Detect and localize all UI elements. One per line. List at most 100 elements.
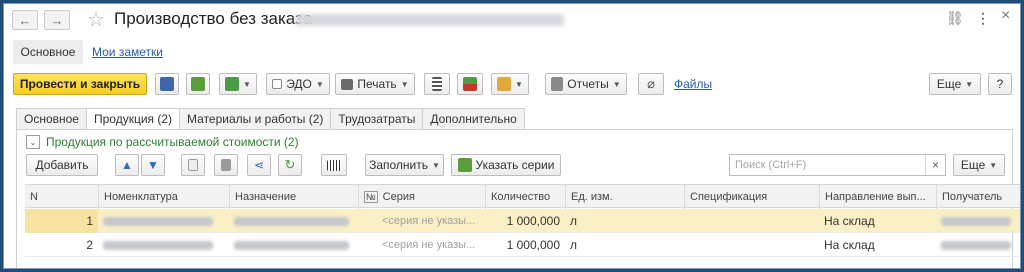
clear-search-icon[interactable]: × bbox=[925, 155, 945, 175]
cell-specification bbox=[684, 209, 819, 233]
copy-row-button[interactable] bbox=[181, 154, 205, 176]
close-icon[interactable]: × bbox=[1001, 7, 1010, 25]
cell-n: 1 bbox=[25, 209, 98, 233]
share-icon: ⋖ bbox=[253, 158, 265, 172]
cell-receiver bbox=[936, 209, 1020, 233]
print-label: Печать bbox=[357, 77, 397, 91]
create-based-icon bbox=[225, 77, 240, 91]
table-more-button[interactable]: Еще ▼ bbox=[953, 154, 1005, 176]
redacted-title-suffix bbox=[296, 14, 564, 26]
section-my-notes[interactable]: Мои заметки bbox=[92, 40, 163, 64]
redacted-text bbox=[941, 240, 1011, 250]
list-icon bbox=[432, 77, 442, 91]
delete-row-button[interactable] bbox=[214, 154, 238, 176]
number-sign-icon: № bbox=[364, 191, 378, 203]
tab-additional[interactable]: Дополнительно bbox=[423, 108, 525, 130]
tab-products[interactable]: Продукция (2) bbox=[86, 108, 181, 130]
col-n[interactable]: N bbox=[25, 185, 98, 209]
cell-purpose bbox=[229, 209, 358, 233]
cell-nomenclature bbox=[98, 233, 229, 257]
more-icon[interactable]: ⋮ bbox=[976, 10, 990, 27]
col-quantity[interactable]: Количество bbox=[485, 185, 565, 209]
table-row[interactable]: 1 <серия не указы... 1 000,000 л На скла… bbox=[25, 209, 1020, 233]
cell-series: <серия не указы... bbox=[382, 239, 476, 251]
group-title[interactable]: Продукция по рассчитываемой стоимости (2… bbox=[46, 135, 299, 149]
add-button[interactable]: Добавить bbox=[26, 154, 98, 176]
refresh-button[interactable]: ↻ bbox=[278, 154, 302, 176]
post-and-close-button[interactable]: Провести и закрыть bbox=[13, 73, 147, 95]
dt-kt-icon bbox=[463, 77, 477, 91]
cell-direction: На склад bbox=[824, 238, 875, 252]
cell-receiver bbox=[936, 233, 1020, 257]
col-unit[interactable]: Ед. изм. bbox=[565, 185, 684, 209]
fill-button[interactable]: Заполнить ▼ bbox=[365, 154, 444, 176]
col-series[interactable]: № Серия bbox=[358, 185, 485, 209]
col-specification[interactable]: Спецификация bbox=[684, 185, 819, 209]
form-tabs: Основное Продукция (2) Материалы и работ… bbox=[16, 108, 525, 130]
print-button[interactable]: Печать ▼ bbox=[335, 73, 415, 95]
save-button[interactable] bbox=[155, 73, 179, 95]
reports-label: Отчеты bbox=[567, 77, 609, 91]
fill-label: Заполнить bbox=[369, 158, 428, 172]
help-button[interactable]: ? bbox=[988, 73, 1012, 95]
search-field[interactable]: Поиск (Ctrl+F) × bbox=[729, 154, 946, 176]
redacted-text bbox=[103, 240, 213, 250]
attach-button[interactable]: ⌀ bbox=[638, 73, 664, 95]
create-based-on-button[interactable]: ▼ bbox=[219, 73, 257, 95]
section-main[interactable]: Основное bbox=[13, 40, 83, 64]
cell-nomenclature bbox=[98, 209, 229, 233]
more-button[interactable]: Еще ▼ bbox=[929, 73, 981, 95]
cell-direction: На склад bbox=[824, 214, 875, 228]
back-arrow-icon: ← bbox=[18, 12, 32, 28]
paperclip-icon: ⌀ bbox=[647, 76, 655, 91]
redacted-text bbox=[234, 216, 349, 226]
arrow-up-icon: ▲ bbox=[121, 158, 133, 172]
copy-icon bbox=[188, 159, 198, 171]
document-window: ← → ☆ Производство без заказа ⛓ ⋮ × Осно… bbox=[3, 3, 1021, 269]
share-button[interactable]: ⋖ bbox=[247, 154, 271, 176]
page-title: Производство без заказа bbox=[114, 9, 313, 28]
cell-specification bbox=[684, 233, 819, 257]
chevron-down-icon: ▼ bbox=[989, 160, 998, 170]
cell-purpose bbox=[229, 233, 358, 257]
tab-main[interactable]: Основное bbox=[16, 108, 87, 130]
structure-button[interactable] bbox=[424, 73, 450, 95]
edo-button[interactable]: ЭДО ▼ bbox=[266, 73, 330, 95]
favorite-star-icon[interactable]: ☆ bbox=[87, 7, 105, 32]
tab-labor[interactable]: Трудозатраты bbox=[331, 108, 424, 130]
link-icon[interactable]: ⛓ bbox=[946, 10, 964, 27]
related-docs-icon bbox=[497, 77, 512, 91]
forward-button[interactable]: → bbox=[44, 10, 70, 30]
chevron-down-icon: ▼ bbox=[315, 79, 324, 89]
move-up-button[interactable]: ▲ bbox=[115, 154, 139, 176]
post-button[interactable] bbox=[186, 73, 210, 95]
col-nomenclature[interactable]: Номенклатура bbox=[98, 185, 229, 209]
chevron-down-icon: ▼ bbox=[515, 79, 523, 89]
series-icon bbox=[457, 158, 472, 172]
move-down-button[interactable]: ▼ bbox=[141, 154, 165, 176]
col-direction[interactable]: Направление вып... bbox=[819, 185, 936, 209]
col-receiver[interactable]: Получатель bbox=[936, 185, 1020, 209]
barcode-button[interactable] bbox=[321, 154, 347, 176]
refresh-icon: ↻ bbox=[284, 157, 296, 172]
related-docs-button[interactable]: ▼ bbox=[491, 73, 529, 95]
table-header: N Номенклатура Назначение № Серия Количес… bbox=[25, 184, 1020, 209]
chevron-down-icon: ⌄ bbox=[29, 137, 37, 147]
table-more-label: Еще bbox=[960, 158, 986, 172]
cell-n: 2 bbox=[86, 238, 93, 252]
reports-button[interactable]: Отчеты ▼ bbox=[545, 73, 627, 95]
cell-series: <серия не указы... bbox=[382, 215, 476, 227]
dt-kt-button[interactable] bbox=[457, 73, 483, 95]
specify-series-button[interactable]: Указать серии bbox=[451, 154, 561, 176]
tab-materials[interactable]: Материалы и работы (2) bbox=[180, 108, 332, 130]
col-purpose[interactable]: Назначение bbox=[229, 185, 358, 209]
redacted-text bbox=[234, 240, 349, 250]
files-link[interactable]: Файлы bbox=[674, 77, 712, 91]
collapse-toggle[interactable]: ⌄ bbox=[26, 135, 40, 149]
redacted-text bbox=[103, 216, 213, 226]
cell-quantity: 1 000,000 bbox=[506, 214, 560, 228]
table-row[interactable]: 2 <серия не указы... 1 000,000 л На скла… bbox=[25, 233, 1020, 257]
chevron-down-icon: ▼ bbox=[965, 79, 974, 89]
more-label: Еще bbox=[936, 77, 962, 91]
back-button[interactable]: ← bbox=[12, 10, 38, 30]
